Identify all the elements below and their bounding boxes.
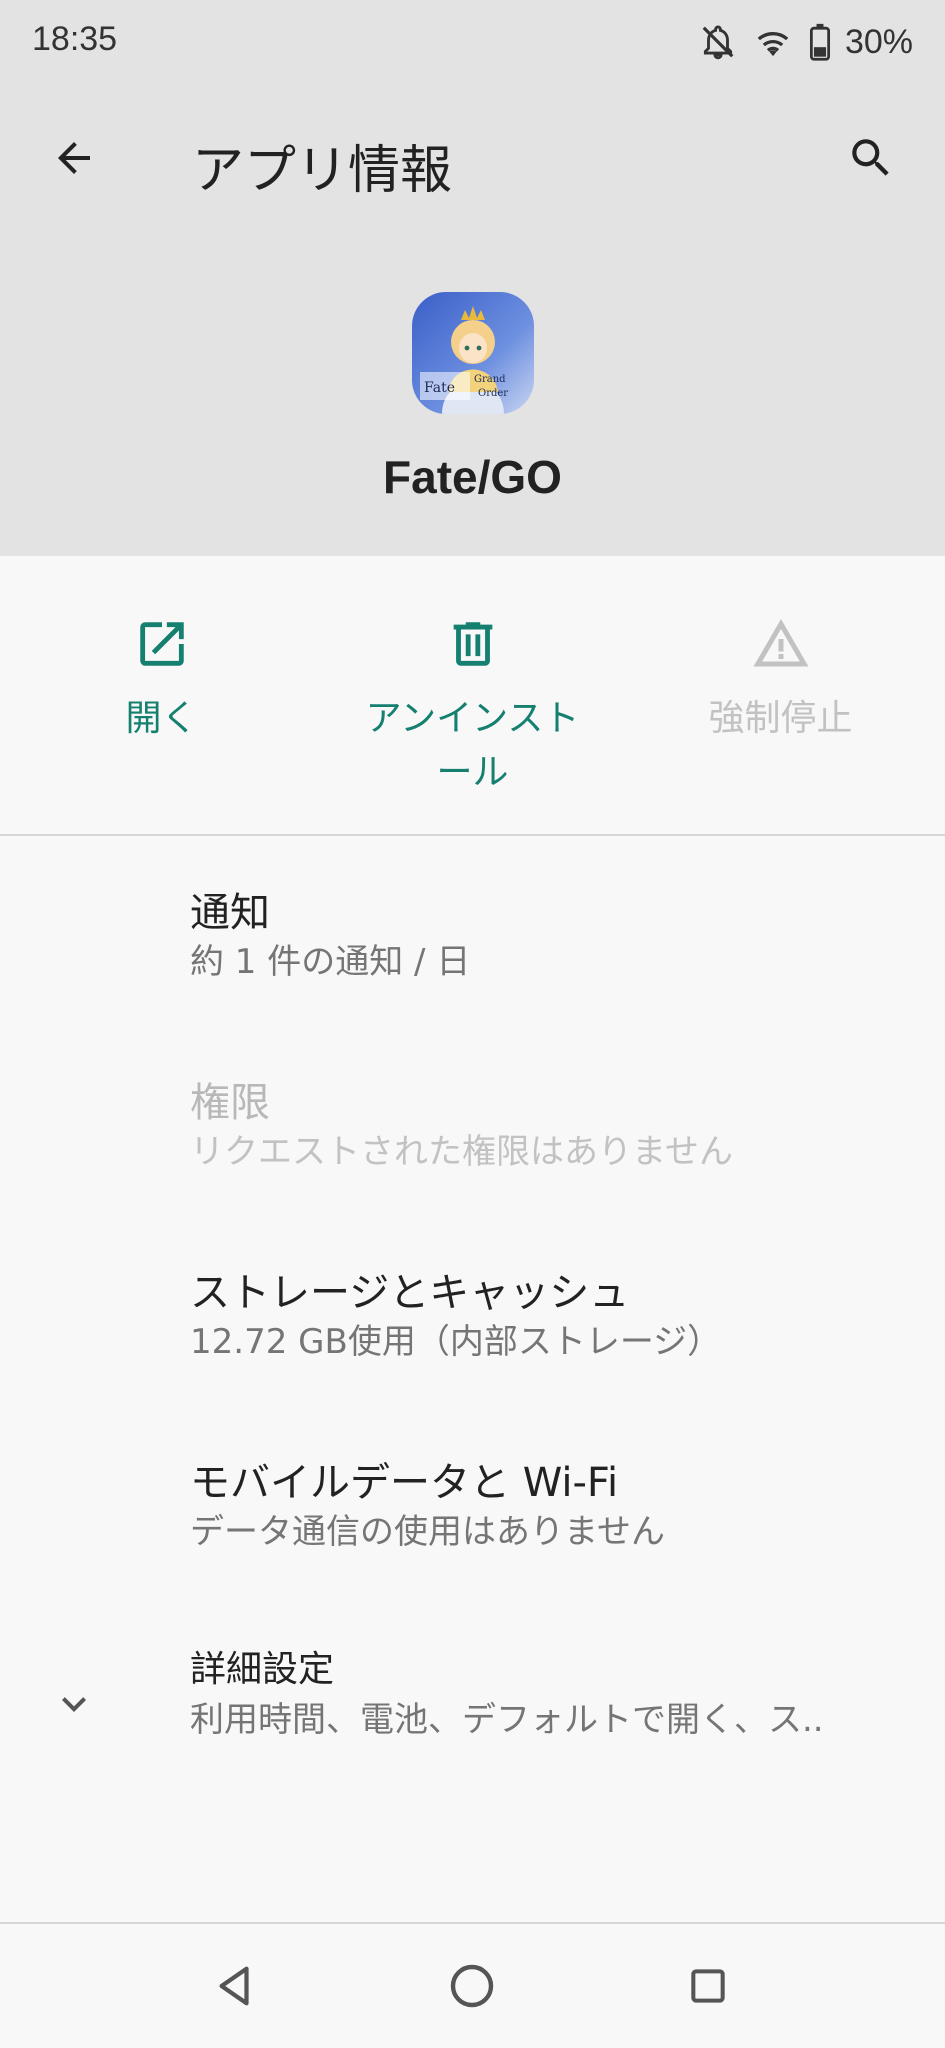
open-label: 開く [125,698,198,739]
permissions-subtitle: リクエストされた権限はありません [190,1132,733,1172]
list-item-permissions[interactable]: 権限 リクエストされた権限はありません [0,1070,945,1220]
back-button[interactable] [36,122,112,198]
notifications-off-icon [699,22,737,62]
uninstall-label-line2: ール [436,752,509,793]
status-bar: 18:35 30% [0,0,945,86]
page-title: アプリ情報 [192,141,453,201]
nav-back-icon [212,1963,258,2013]
svg-text:Grand: Grand [474,374,506,385]
svg-text:Order: Order [478,388,508,399]
search-icon [846,133,896,187]
trash-icon [315,608,630,680]
list-item-mobile-data[interactable]: モバイルデータと Wi-Fi データ通信の使用はありません [0,1450,945,1600]
arrow-back-icon [50,134,98,186]
nav-recents-icon [686,1964,730,2012]
list-item-storage[interactable]: ストレージとキャッシュ 12.72 GB使用（内部ストレージ） [0,1260,945,1410]
list-item-notifications[interactable]: 通知 約 1 件の通知 / 日 [0,880,945,1030]
nav-home-button[interactable] [432,1948,512,2028]
open-button[interactable]: 開く [4,608,319,746]
storage-title: ストレージとキャッシュ [190,1270,630,1316]
wifi-icon [751,22,795,62]
open-external-icon [4,608,319,680]
app-header: 18:35 30% アプリ情報 Fate Grand Order Fate/GO [0,0,945,556]
advanced-title: 詳細設定 [190,1649,335,1690]
battery-icon [809,23,831,61]
nav-recents-button[interactable] [668,1948,748,2028]
force-stop-button[interactable]: 強制停止 [623,608,938,746]
status-icons: 30% [699,18,913,66]
force-stop-label: 強制停止 [708,698,853,739]
notifications-subtitle: 約 1 件の通知 / 日 [190,942,471,982]
status-time: 18:35 [32,20,118,58]
toolbar: アプリ情報 [0,100,945,220]
storage-subtitle: 12.72 GB使用（内部ストレージ） [190,1322,722,1362]
list-item-advanced[interactable]: 詳細設定 利用時間、電池、デフォルトで開く、ス.. [0,1640,945,1790]
uninstall-label-line1: アンインスト [365,698,580,739]
action-buttons: 開く アンインスト ール 強制停止 [0,556,945,836]
fate-grand-order-app-icon: Fate Grand Order [412,292,534,414]
nav-back-button[interactable] [195,1948,275,2028]
svg-text:Fate: Fate [424,380,455,396]
warning-icon [623,608,938,680]
system-nav-bar [0,1922,945,2048]
advanced-subtitle: 利用時間、電池、デフォルトで開く、ス.. [190,1700,824,1740]
permissions-title: 権限 [190,1080,270,1126]
search-button[interactable] [833,122,909,198]
uninstall-label: アンインスト ール [315,692,630,800]
mobile-data-subtitle: データ通信の使用はありません [190,1512,665,1552]
nav-home-icon [448,1962,496,2014]
app-name: Fate/GO [383,451,562,503]
mobile-data-title: モバイルデータと Wi-Fi [190,1460,619,1506]
uninstall-button[interactable]: アンインスト ール [315,608,630,800]
notifications-title: 通知 [190,890,270,936]
battery-percent: 30% [844,22,913,61]
chevron-down-icon [50,1680,98,1728]
